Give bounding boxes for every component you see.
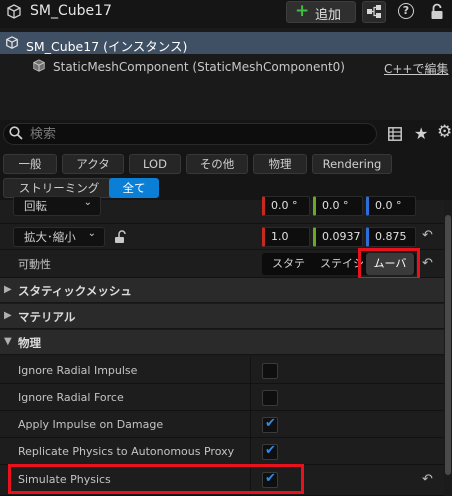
apply-impulse-on-damage-label: Apply Impulse on Damage <box>18 418 164 431</box>
filter-actor[interactable]: アクタ <box>62 154 124 174</box>
checkmark-icon: ✔ <box>265 416 276 431</box>
chevron-right-icon: ▶ <box>4 310 12 321</box>
highlight-box-mobility <box>358 248 420 280</box>
filter-general[interactable]: 一般 <box>3 154 57 174</box>
category-material-label: マテリアル <box>18 310 76 324</box>
static-mesh-icon <box>33 59 45 72</box>
chevron-right-icon: ▶ <box>4 284 12 295</box>
actor-name: SM_Cube17 <box>30 3 112 19</box>
ignore-radial-impulse-label: Ignore Radial Impulse <box>18 364 138 377</box>
category-physics-label: 物理 <box>18 336 41 350</box>
gear-icon[interactable]: ⚙ <box>437 122 452 142</box>
scale-z-field[interactable]: 0.875 <box>366 227 416 247</box>
chevron-down-icon: ⌄ <box>87 228 96 239</box>
ignore-radial-force-checkbox[interactable] <box>262 390 278 406</box>
physics-row: Ignore Radial Impulse <box>0 357 444 384</box>
star-icon[interactable]: ★ <box>414 124 428 143</box>
column-divider <box>250 438 251 465</box>
tree-item-component[interactable]: StaticMeshComponent (StaticMeshComponent… <box>53 60 345 74</box>
tree-item-actor-label: SM_Cube17 (インスタンス) <box>26 39 188 54</box>
rotation-x-field[interactable]: 0.0 ° <box>262 196 310 216</box>
property-matrix-icon[interactable] <box>388 127 402 141</box>
filter-misc[interactable]: その他 <box>186 154 248 174</box>
ignore-radial-force-label: Ignore Radial Force <box>18 391 124 404</box>
cube-icon <box>6 36 18 49</box>
scale-row: 拡大･縮小 ⌄ 1.0 0.0937 0.875 ↶ <box>0 224 444 250</box>
scale-y-field[interactable]: 0.0937 <box>313 227 363 247</box>
rotation-z-field[interactable]: 0.0 ° <box>366 196 416 216</box>
search-icon <box>9 126 23 140</box>
checkmark-icon: ✔ <box>265 443 276 458</box>
rotation-y-field[interactable]: 0.0 ° <box>313 196 363 216</box>
scrollbar-thumb[interactable] <box>445 215 451 475</box>
blueprint-icon <box>367 5 381 18</box>
replicate-physics-label: Replicate Physics to Autonomous Proxy <box>18 445 235 458</box>
mobility-static-option[interactable]: スタテ <box>272 253 316 275</box>
column-divider <box>250 411 251 438</box>
ignore-radial-impulse-checkbox[interactable] <box>262 363 278 379</box>
reset-icon[interactable]: ↶ <box>422 228 433 243</box>
category-static-mesh[interactable]: ▶ スタティックメッシュ <box>0 278 444 303</box>
apply-impulse-on-damage-checkbox[interactable]: ✔ <box>262 416 278 433</box>
plus-icon: + <box>295 1 310 21</box>
lock-icon[interactable] <box>430 3 444 21</box>
scale-x-field[interactable]: 1.0 <box>262 227 310 247</box>
rotation-mode-dropdown[interactable]: 回転 ⌄ <box>13 196 101 216</box>
chevron-down-icon: ⌄ <box>83 197 92 208</box>
filter-rendering[interactable]: Rendering <box>312 154 392 174</box>
replicate-physics-checkbox[interactable]: ✔ <box>262 443 278 460</box>
add-button-label: 追加 <box>315 8 342 23</box>
mobility-label: 可動性 <box>18 258 51 271</box>
highlight-box-simulate-physics <box>8 464 304 494</box>
rotation-row: 回転 ⌄ 0.0 ° 0.0 ° 0.0 ° <box>0 196 444 224</box>
add-component-button[interactable]: + 追加 <box>286 1 356 23</box>
blueprint-button[interactable] <box>362 1 386 23</box>
physics-row: Replicate Physics to Autonomous Proxy ✔ <box>0 438 444 465</box>
category-static-mesh-label: スタティックメッシュ <box>18 284 132 298</box>
filter-all[interactable]: 全て <box>109 178 159 198</box>
unlock-icon[interactable] <box>114 230 126 244</box>
category-material[interactable]: ▶ マテリアル <box>0 304 444 329</box>
reset-icon[interactable]: ↶ <box>422 256 433 271</box>
help-icon[interactable]: ? <box>398 3 414 19</box>
column-divider <box>250 384 251 411</box>
filter-lod[interactable]: LOD <box>129 154 181 174</box>
physics-row: Ignore Radial Force <box>0 384 444 411</box>
cube-icon <box>7 4 21 19</box>
edit-in-cpp-link[interactable]: C++で編集 <box>384 60 449 77</box>
column-divider <box>250 357 251 384</box>
filter-streaming[interactable]: ストリーミング <box>3 178 115 198</box>
search-input[interactable] <box>30 124 360 144</box>
reset-icon[interactable]: ↶ <box>422 472 433 487</box>
chevron-down-icon: ▼ <box>4 336 12 347</box>
physics-row: Apply Impulse on Damage ✔ <box>0 411 444 438</box>
scale-label: 拡大･縮小 <box>24 230 76 244</box>
filter-physics[interactable]: 物理 <box>253 154 307 174</box>
rotation-label: 回転 <box>24 199 47 213</box>
category-physics[interactable]: ▼ 物理 <box>0 330 444 355</box>
scale-mode-dropdown[interactable]: 拡大･縮小 ⌄ <box>13 227 105 247</box>
